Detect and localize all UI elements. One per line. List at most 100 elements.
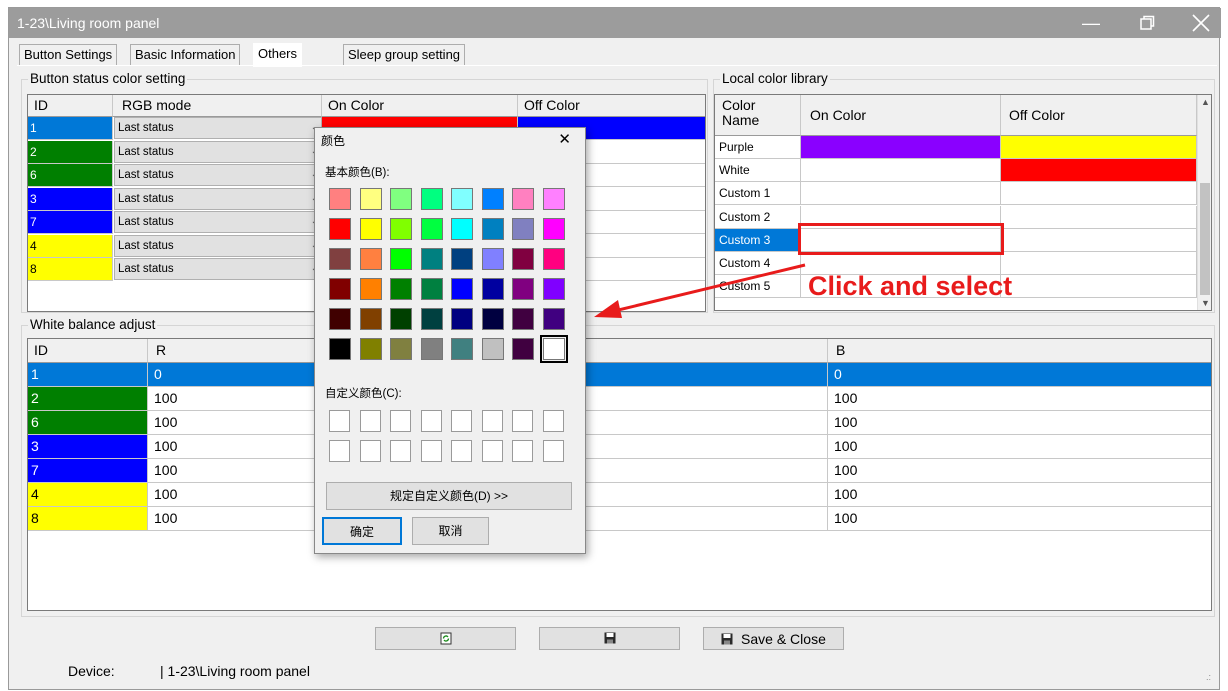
custom-color-swatch[interactable] [359, 410, 381, 432]
button-id-cell[interactable]: 7 [28, 211, 113, 234]
color-name-cell[interactable]: Custom 3 [715, 228, 801, 252]
basic-color-swatch[interactable] [451, 218, 473, 240]
tab-others[interactable]: Others [253, 43, 303, 67]
custom-color-swatch[interactable] [390, 440, 411, 462]
custom-color-swatch[interactable] [329, 440, 350, 462]
basic-color-swatch[interactable] [329, 278, 351, 300]
basic-color-swatch[interactable] [420, 248, 443, 270]
wb-b-cell[interactable]: 100 [828, 459, 1211, 483]
library-off-color-cell[interactable] [1001, 205, 1197, 229]
basic-color-swatch[interactable] [390, 308, 412, 330]
basic-color-swatch[interactable] [512, 308, 534, 330]
basic-color-swatch[interactable] [512, 278, 534, 300]
header-off-color[interactable]: Off Color [518, 95, 705, 117]
library-off-color-cell[interactable] [1001, 136, 1197, 159]
basic-color-swatch[interactable] [451, 338, 473, 360]
rgb-mode-select[interactable]: Last status⌄ [114, 234, 322, 257]
custom-color-swatch[interactable] [512, 410, 533, 432]
library-off-color-cell[interactable] [1001, 159, 1197, 183]
custom-color-swatch[interactable] [512, 440, 533, 462]
wb-b-cell[interactable]: 0 [828, 363, 1211, 387]
tab-sleep-group-setting[interactable]: Sleep group setting [343, 44, 466, 66]
scroll-up-icon[interactable]: ▲ [1201, 97, 1210, 107]
basic-color-swatch[interactable] [359, 308, 382, 330]
define-custom-colors-button[interactable]: 规定自定义颜色(D) >> [326, 482, 572, 510]
basic-color-swatch[interactable] [329, 218, 351, 240]
basic-color-swatch[interactable] [329, 248, 351, 270]
basic-color-swatch[interactable] [451, 278, 473, 300]
wb-id-cell[interactable]: 1 [28, 363, 148, 387]
custom-color-swatch[interactable] [420, 410, 442, 432]
custom-color-swatch[interactable] [542, 410, 564, 432]
basic-color-swatch[interactable] [329, 338, 351, 360]
button-id-cell[interactable]: 3 [28, 187, 113, 211]
basic-color-swatch[interactable] [542, 308, 565, 330]
basic-color-swatch[interactable] [512, 338, 534, 360]
library-off-color-cell[interactable] [1001, 275, 1197, 299]
basic-color-swatch[interactable] [390, 248, 412, 270]
wb-id-cell[interactable]: 8 [28, 507, 148, 531]
rgb-mode-select[interactable]: Last status⌄ [114, 187, 322, 210]
close-icon[interactable] [1181, 11, 1221, 35]
button-id-cell[interactable]: 4 [28, 234, 113, 258]
wb-id-cell[interactable]: 2 [28, 387, 148, 411]
minimize-icon[interactable]: — [1071, 11, 1111, 35]
tab-button-settings[interactable]: Button Settings [19, 44, 118, 66]
rgb-mode-select[interactable]: Last status⌄ [114, 211, 322, 233]
library-off-color-cell[interactable] [1001, 252, 1197, 275]
basic-color-swatch[interactable] [420, 278, 443, 300]
basic-color-swatch[interactable] [390, 278, 412, 300]
basic-color-swatch[interactable] [512, 188, 534, 210]
header-color-name[interactable]: Color Name [715, 95, 801, 136]
button-id-cell[interactable]: 6 [28, 164, 113, 187]
wb-id-cell[interactable]: 4 [28, 483, 148, 507]
rgb-mode-select[interactable]: Last status⌄ [114, 117, 322, 139]
header-wb-id[interactable]: ID [28, 339, 148, 363]
custom-color-swatch[interactable] [329, 410, 350, 432]
basic-color-swatch[interactable] [481, 308, 504, 330]
basic-color-swatch[interactable] [390, 218, 412, 240]
basic-color-swatch[interactable] [481, 248, 504, 270]
header-lib-off-color[interactable]: Off Color [1001, 95, 1197, 136]
custom-color-swatch[interactable] [451, 440, 472, 462]
basic-color-swatch[interactable] [329, 308, 351, 330]
basic-color-swatch[interactable] [390, 188, 412, 210]
basic-color-swatch[interactable] [420, 188, 443, 210]
save-button[interactable] [539, 627, 680, 650]
header-on-color[interactable]: On Color [322, 95, 518, 117]
wb-b-cell[interactable]: 100 [828, 483, 1211, 507]
basic-color-swatch[interactable] [542, 188, 565, 210]
wb-b-cell[interactable]: 100 [828, 435, 1211, 459]
custom-color-swatch[interactable] [542, 440, 564, 462]
scrollbar-thumb[interactable] [1200, 183, 1210, 295]
header-id[interactable]: ID [28, 95, 113, 117]
refresh-button[interactable] [375, 627, 516, 650]
header-lib-on-color[interactable]: On Color [801, 95, 1001, 136]
wb-b-cell[interactable]: 100 [828, 387, 1211, 411]
basic-color-swatch[interactable] [359, 338, 382, 360]
basic-color-swatch[interactable] [359, 218, 382, 240]
basic-color-swatch[interactable] [512, 218, 534, 240]
rgb-mode-select[interactable]: Last status⌄ [114, 164, 322, 186]
wb-b-cell[interactable]: 100 [828, 411, 1211, 435]
custom-color-swatch[interactable] [481, 410, 503, 432]
basic-color-swatch[interactable] [420, 218, 443, 240]
header-rgb-mode[interactable]: RGB mode [113, 95, 322, 117]
library-scrollbar[interactable]: ▲ ▼ [1197, 95, 1211, 310]
color-name-cell[interactable]: White [715, 159, 801, 183]
custom-color-swatch[interactable] [359, 440, 381, 462]
tab-basic-information[interactable]: Basic Information [130, 44, 241, 66]
basic-color-swatch[interactable] [359, 278, 382, 300]
wb-id-cell[interactable]: 6 [28, 411, 148, 435]
basic-color-swatch[interactable] [451, 248, 473, 270]
rgb-mode-select[interactable]: Last status⌄ [114, 140, 322, 163]
basic-color-swatch[interactable] [481, 278, 504, 300]
basic-color-swatch[interactable] [542, 218, 565, 240]
basic-color-swatch[interactable] [451, 308, 473, 330]
basic-color-swatch[interactable] [481, 218, 504, 240]
basic-color-swatch[interactable] [481, 188, 504, 210]
wb-id-cell[interactable]: 3 [28, 435, 148, 459]
cancel-button[interactable]: 取消 [412, 517, 489, 545]
library-on-color-cell[interactable] [801, 136, 1001, 159]
basic-color-swatch[interactable] [359, 188, 382, 210]
